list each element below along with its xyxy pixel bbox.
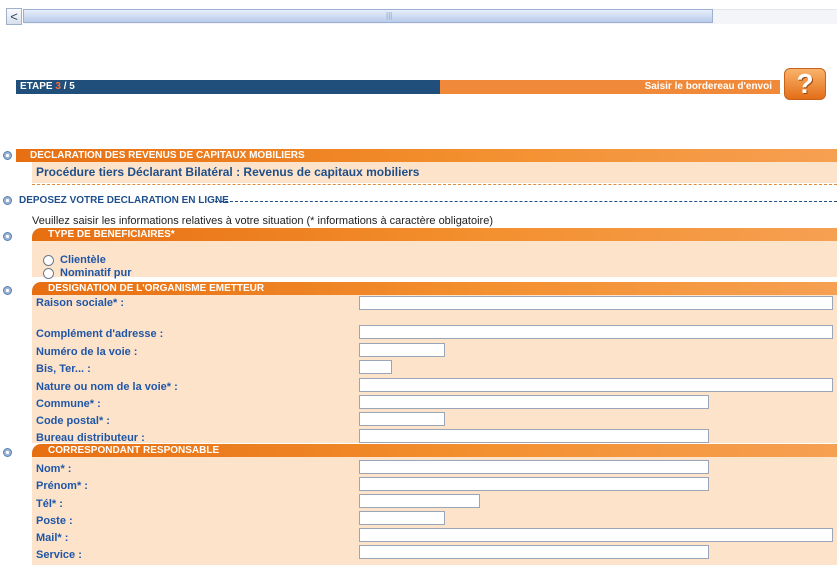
step-label: ETAPE: [20, 81, 56, 92]
step-bar: ETAPE 3 / 5 Saisir le bordereau d'envoi: [16, 80, 780, 94]
input-tel[interactable]: [359, 494, 480, 508]
section-bullet-icon: [3, 151, 12, 160]
section-header-beneficiaires: TYPE DE BENEFICIAIRES*: [32, 228, 837, 241]
label-nom: Nom* :: [36, 463, 72, 475]
step-progress-right: Saisir le bordereau d'envoi: [440, 80, 780, 94]
section-header-correspondant: CORRESPONDANT RESPONSABLE: [32, 444, 837, 457]
section-header-declaration: DECLARATION DES REVENUS DE CAPITAUX MOBI…: [16, 149, 837, 162]
input-code-postal[interactable]: [359, 412, 445, 426]
radio-nominatif-pur-label: Nominatif pur: [60, 267, 132, 279]
organisme-bullet-icon: [3, 286, 12, 295]
scrollbar-thumb[interactable]: |||: [23, 9, 713, 23]
label-service: Service :: [36, 549, 82, 561]
input-raison-sociale[interactable]: [359, 296, 833, 310]
input-commune[interactable]: [359, 395, 709, 409]
procedure-subtitle: Procédure tiers Déclarant Bilatéral : Re…: [36, 165, 420, 179]
radio-clientele-label: Clientèle: [60, 254, 106, 266]
radio-clientele[interactable]: [43, 255, 54, 266]
label-commune: Commune* :: [36, 398, 101, 410]
step-indicator: ETAPE 3 / 5: [20, 81, 75, 93]
label-prenom: Prénom* :: [36, 480, 88, 492]
depose-heading: DEPOSEZ VOTRE DECLARATION EN LIGNE: [19, 195, 229, 206]
input-nom[interactable]: [359, 460, 709, 474]
step-progress-left: ETAPE 3 / 5: [16, 80, 440, 94]
scroll-left-arrow-icon[interactable]: <: [6, 8, 22, 25]
label-raison-sociale: Raison sociale* :: [36, 297, 125, 309]
beneficiaires-panel: [32, 241, 837, 277]
input-complement-adresse[interactable]: [359, 325, 833, 339]
step-title: Saisir le bordereau d'envoi: [644, 81, 772, 92]
input-poste[interactable]: [359, 511, 445, 525]
label-tel: Tél* :: [36, 498, 63, 510]
section-header-organisme: DESIGNATION DE L'ORGANISME EMETTEUR: [32, 282, 837, 295]
correspondant-bullet-icon: [3, 448, 12, 457]
label-complement-adresse: Complément d'adresse :: [36, 328, 164, 340]
instruction-text: Veuillez saisir les informations relativ…: [32, 215, 493, 227]
input-bureau-distributeur[interactable]: [359, 429, 709, 443]
label-poste: Poste :: [36, 515, 73, 527]
input-nature-voie[interactable]: [359, 378, 833, 392]
input-bis-ter[interactable]: [359, 360, 392, 374]
label-code-postal: Code postal* :: [36, 415, 110, 427]
depose-bullet-icon: [3, 196, 12, 205]
label-bis-ter: Bis, Ter... :: [36, 363, 91, 375]
input-service[interactable]: [359, 545, 709, 559]
label-numero-voie: Numéro de la voie :: [36, 346, 138, 358]
dotted-divider: [32, 184, 837, 185]
label-nature-voie: Nature ou nom de la voie* :: [36, 381, 178, 393]
input-prenom[interactable]: [359, 477, 709, 491]
label-mail: Mail* :: [36, 532, 69, 544]
input-mail[interactable]: [359, 528, 833, 542]
scrollbar-grip-icon: |||: [386, 11, 393, 20]
horizontal-scrollbar[interactable]: < |||: [6, 8, 837, 25]
beneficiaires-bullet-icon: [3, 232, 12, 241]
input-numero-voie[interactable]: [359, 343, 445, 357]
depose-dotted-line: [215, 201, 837, 202]
radio-nominatif-pur[interactable]: [43, 268, 54, 279]
help-icon[interactable]: ?: [784, 68, 826, 100]
step-total: / 5: [60, 81, 75, 92]
